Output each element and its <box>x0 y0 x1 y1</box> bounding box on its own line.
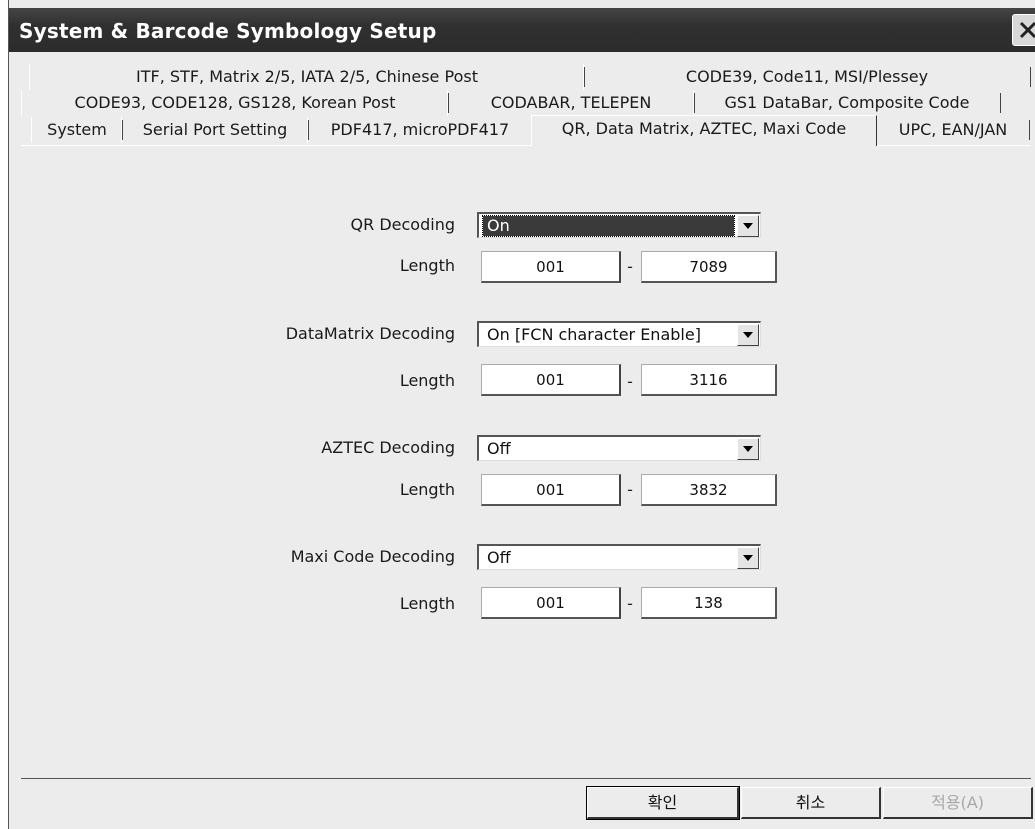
dropdown-button[interactable] <box>737 324 759 346</box>
qr-decoding-value: On <box>482 215 735 237</box>
tab-gs1-databar[interactable]: GS1 DataBar, Composite Code <box>693 90 1001 116</box>
maxicode-decoding-select[interactable]: Off <box>477 544 761 570</box>
qr-decoding-label: QR Decoding <box>350 215 455 234</box>
tab-codabar[interactable]: CODABAR, TELEPEN <box>447 90 695 116</box>
tab-panel <box>21 145 1031 779</box>
title-bar[interactable]: System & Barcode Symbology Setup <box>9 8 1035 52</box>
aztec-decoding-value: Off <box>487 439 511 458</box>
tab-code93[interactable]: CODE93, CODE128, GS128, Korean Post <box>21 90 449 116</box>
tab-system[interactable]: System <box>31 117 123 143</box>
close-button[interactable] <box>1012 14 1035 46</box>
qr-length-min-input[interactable]: 001 <box>481 251 621 283</box>
aztec-length-label: Length <box>399 480 455 499</box>
maxicode-decoding-label: Maxi Code Decoding <box>290 547 455 566</box>
cancel-button[interactable]: 취소 <box>741 787 881 819</box>
maxicode-length-max-input[interactable]: 138 <box>641 587 777 619</box>
dropdown-button[interactable] <box>737 438 759 460</box>
datamatrix-length-max-input[interactable]: 3116 <box>641 364 777 396</box>
maxicode-length-min-input[interactable]: 001 <box>481 587 621 619</box>
datamatrix-decoding-value: On [FCN character Enable] <box>487 325 701 344</box>
range-separator: - <box>627 257 633 276</box>
chevron-down-icon <box>743 555 753 561</box>
range-separator: - <box>627 480 633 499</box>
chevron-down-icon <box>743 223 753 229</box>
datamatrix-length-label: Length <box>399 371 455 390</box>
dropdown-button[interactable] <box>737 547 759 569</box>
qr-decoding-select[interactable]: On <box>477 212 761 238</box>
range-separator: - <box>627 372 633 391</box>
tab-itf-stf[interactable]: ITF, STF, Matrix 2/5, IATA 2/5, Chinese … <box>29 64 585 90</box>
chevron-down-icon <box>743 446 753 452</box>
datamatrix-decoding-label: DataMatrix Decoding <box>285 324 455 343</box>
aztec-length-min-input[interactable]: 001 <box>481 474 621 506</box>
qr-length-max-input[interactable]: 7089 <box>641 251 777 283</box>
datamatrix-length-min-input[interactable]: 001 <box>481 364 621 396</box>
chevron-down-icon <box>743 332 753 338</box>
aztec-length-max-input[interactable]: 3832 <box>641 474 777 506</box>
close-icon <box>1019 21 1035 39</box>
dialog-window: System & Barcode Symbology Setup ITF, ST… <box>8 0 1035 829</box>
ok-button[interactable]: 확인 <box>586 786 740 820</box>
apply-button[interactable]: 적용(A) <box>883 787 1033 819</box>
aztec-decoding-select[interactable]: Off <box>477 435 761 461</box>
range-separator: - <box>627 594 633 613</box>
tab-serial-port[interactable]: Serial Port Setting <box>121 117 309 143</box>
tab-upc-ean[interactable]: UPC, EAN/JAN <box>876 117 1030 143</box>
tab-pdf417[interactable]: PDF417, microPDF417 <box>307 117 533 143</box>
maxicode-decoding-value: Off <box>487 548 511 567</box>
maxicode-length-label: Length <box>399 594 455 613</box>
aztec-decoding-label: AZTEC Decoding <box>321 438 455 457</box>
qr-length-label: Length <box>399 256 455 275</box>
window-title: System & Barcode Symbology Setup <box>19 19 437 43</box>
tab-qr-datamatrix-aztec-maxicode[interactable]: QR, Data Matrix, AZTEC, Maxi Code <box>531 115 877 146</box>
dropdown-button[interactable] <box>737 215 759 237</box>
tab-code39[interactable]: CODE39, Code11, MSI/Plessey <box>583 64 1031 90</box>
datamatrix-decoding-select[interactable]: On [FCN character Enable] <box>477 321 761 347</box>
